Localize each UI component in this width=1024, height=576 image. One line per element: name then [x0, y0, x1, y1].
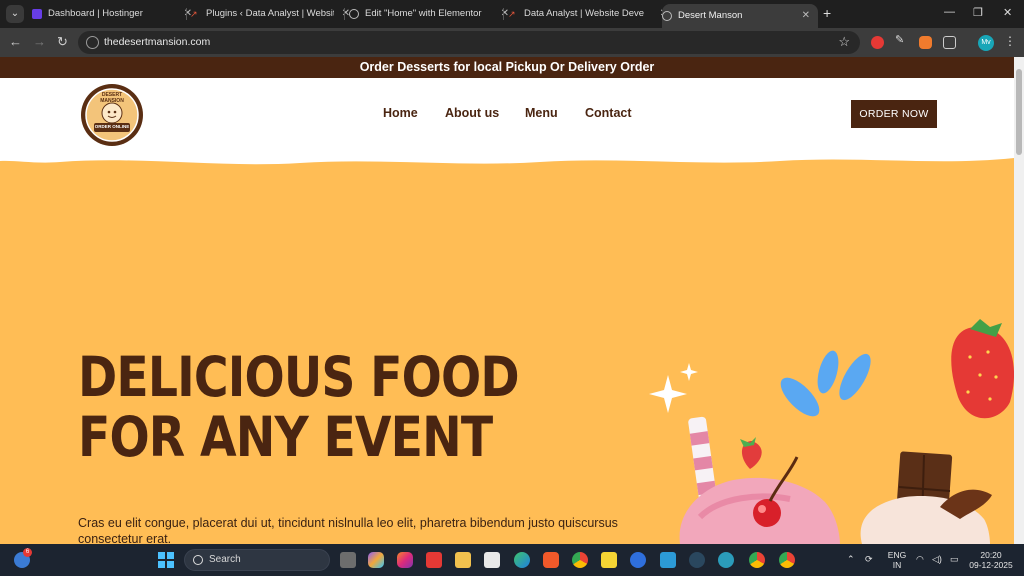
new-tab-plus-icon[interactable]: +: [823, 5, 831, 21]
volume-icon[interactable]: ◁): [932, 554, 942, 565]
language-indicator[interactable]: ENG IN: [886, 550, 908, 570]
instagram-icon[interactable]: [397, 552, 413, 568]
search-icon: [193, 555, 203, 565]
app-red-icon[interactable]: [426, 552, 442, 568]
chevron-up-icon[interactable]: ⌃: [847, 554, 855, 565]
bookmark-star-icon[interactable]: ☆: [838, 34, 850, 50]
address-bar[interactable]: thedesertmansion.com ☆: [78, 31, 860, 54]
extension-red-icon[interactable]: [871, 36, 884, 49]
clock-time: 20:20: [980, 550, 1002, 560]
browser-tab-strip: ⌄ Dashboard | Hostinger ✕ ↗ Plugins ‹ Da…: [0, 0, 1024, 28]
restore-icon[interactable]: ❐: [973, 6, 983, 19]
page-scrollbar[interactable]: [1014, 57, 1024, 544]
brave-icon[interactable]: [543, 552, 559, 568]
nav-about-us[interactable]: About us: [445, 106, 499, 120]
taskbar-search[interactable]: Search: [184, 549, 330, 571]
battery-icon[interactable]: ▭: [950, 554, 959, 565]
tab-title: Dashboard | Hostinger: [48, 8, 143, 19]
tab-title: Data Analyst | Website Develop: [524, 8, 644, 19]
clock-date: 09-12-2025: [969, 560, 1013, 570]
sync-icon[interactable]: ⟳: [865, 554, 873, 565]
app-teal-icon[interactable]: [718, 552, 734, 568]
hero-title: Delicious food for any event: [78, 345, 520, 469]
site-favicon-icon: ↗: [190, 9, 198, 19]
tab-elementor[interactable]: Edit "Home" with Elementor ✕: [349, 4, 517, 24]
search-label: Search: [209, 554, 241, 565]
app-blue-icon[interactable]: [630, 552, 646, 568]
wifi-icon[interactable]: ◠: [916, 554, 924, 565]
hostinger-icon: [32, 9, 42, 19]
tab-plugins[interactable]: ↗ Plugins ‹ Data Analyst | Website ✕: [190, 4, 358, 24]
site-info-icon[interactable]: [86, 36, 99, 49]
website-viewport: Order Desserts for local Pickup Or Deliv…: [0, 57, 1014, 544]
chrome-profile-icon[interactable]: [749, 552, 765, 568]
hero-desserts-illustration: [649, 319, 1014, 544]
nav-menu[interactable]: Menu: [525, 106, 558, 120]
logo-text-bottom: ORDER ONLINE: [94, 124, 130, 129]
tab-title: Edit "Home" with Elementor: [365, 8, 482, 19]
file-explorer-icon[interactable]: [455, 552, 471, 568]
edge-icon[interactable]: [514, 552, 530, 568]
language-line-1: ENG: [887, 550, 907, 560]
profile-avatar[interactable]: Mv: [978, 35, 994, 51]
big-strawberry-icon: [951, 319, 1014, 419]
task-view-icon[interactable]: [340, 552, 356, 568]
tab-data-analyst[interactable]: ↗ Data Analyst | Website Develop ✕: [508, 4, 676, 24]
browser-toolbar: ← → ↻ thedesertmansion.com ☆ ✎: [0, 28, 1024, 57]
tab-title: Plugins ‹ Data Analyst | Website: [206, 8, 334, 19]
tab-title: Desert Manson: [678, 10, 743, 21]
chrome-icon[interactable]: [572, 552, 588, 568]
small-strawberry-icon: [740, 437, 762, 469]
menu-kebab-icon[interactable]: ⋮: [1004, 34, 1016, 48]
eyedropper-icon[interactable]: ✎: [895, 33, 908, 46]
clock[interactable]: 20:20 09-12-2025: [966, 550, 1016, 570]
window-close-icon[interactable]: ✕: [1003, 6, 1012, 19]
globe-icon: [662, 11, 672, 21]
chrome-active-icon[interactable]: [779, 552, 795, 568]
reload-icon[interactable]: ↻: [57, 34, 68, 50]
nav-home[interactable]: Home: [383, 106, 418, 120]
globe-icon: [349, 9, 359, 19]
close-icon[interactable]: ✕: [802, 4, 810, 28]
blue-splash-icon: [780, 350, 871, 417]
promo-bar: Order Desserts for local Pickup Or Deliv…: [0, 57, 1014, 78]
language-line-2: IN: [892, 560, 902, 570]
url-text[interactable]: thedesertmansion.com: [104, 36, 210, 48]
copilot-icon[interactable]: [368, 552, 384, 568]
extensions-puzzle-icon[interactable]: [943, 36, 956, 49]
order-now-button[interactable]: ORDER NOW: [851, 100, 937, 128]
extension-orange-icon[interactable]: [919, 36, 932, 49]
logo-text-top: DESERT MANSION: [100, 92, 124, 104]
hero-title-line-1: Delicious food: [78, 345, 520, 409]
tab-desert-manson[interactable]: Desert Manson ✕: [662, 4, 818, 28]
hero-title-line-2: for any event: [78, 405, 493, 469]
hero-description: Cras eu elit congue, placerat dui ut, ti…: [78, 516, 618, 544]
sticky-notes-icon[interactable]: [601, 552, 617, 568]
nav-contact[interactable]: Contact: [585, 106, 632, 120]
header-wave-divider: [0, 152, 1014, 165]
microsoft-store-icon[interactable]: [484, 552, 500, 568]
scrollbar-thumb[interactable]: [1016, 69, 1022, 155]
forward-arrow-icon[interactable]: →: [33, 34, 46, 49]
site-logo[interactable]: DESERT MANSION ORDER ONLINE: [80, 83, 144, 147]
taskbar: 6 Search ⌃ ⟳ ENG IN ◠ ◁) ▭ 20:20 09-12-2…: [0, 544, 1024, 576]
steam-icon[interactable]: [689, 552, 705, 568]
cream-dessert-icon: [860, 489, 992, 544]
tab-search-icon[interactable]: ⌄: [6, 5, 24, 23]
tab-hostinger[interactable]: Dashboard | Hostinger ✕: [32, 4, 200, 24]
site-favicon-icon: ↗: [508, 9, 516, 19]
sparkle-icon: [649, 363, 698, 413]
weather-badge: 6: [23, 548, 32, 557]
windows-start-icon[interactable]: [158, 552, 174, 568]
minimize-icon[interactable]: —: [944, 6, 955, 18]
back-arrow-icon[interactable]: ←: [9, 34, 22, 49]
vscode-icon[interactable]: [660, 552, 676, 568]
